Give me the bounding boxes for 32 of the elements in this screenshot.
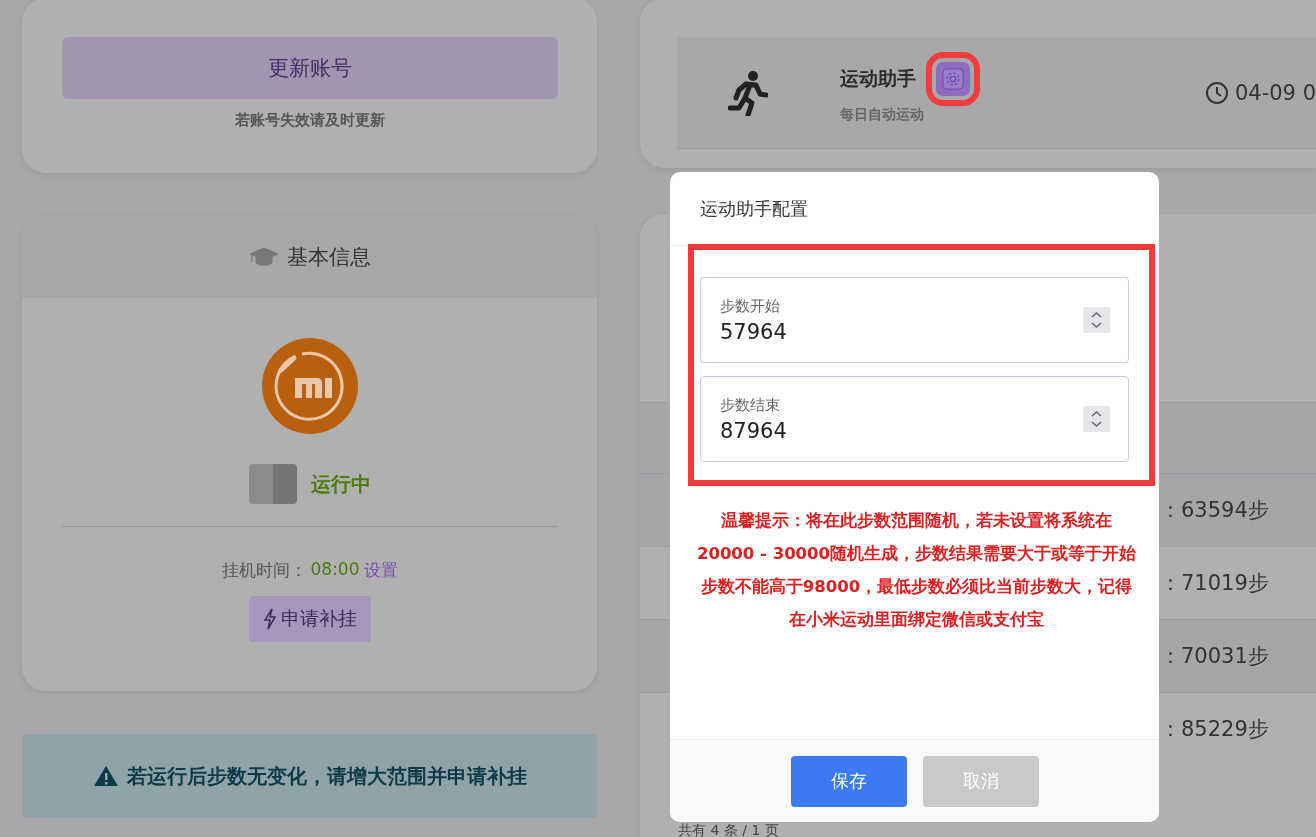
time-label: 挂机时间： bbox=[221, 559, 307, 582]
gear-icon bbox=[942, 67, 964, 90]
clock-icon bbox=[1204, 80, 1229, 105]
spinner-icon[interactable] bbox=[1083, 307, 1110, 333]
steps-cell-text: ：63594步 bbox=[1160, 497, 1269, 524]
steps-cell-text: ：70031步 bbox=[1160, 643, 1269, 670]
pagination-text: 共有 4 条 / 1 页 bbox=[678, 823, 780, 837]
status-text: 运行中 bbox=[310, 470, 371, 498]
number-field[interactable]: 步数结束 87964 bbox=[700, 376, 1129, 462]
save-button[interactable]: 保存 bbox=[790, 755, 907, 807]
set-time-link[interactable]: 设置 bbox=[363, 559, 398, 582]
steps-cell-text: ：71019步 bbox=[1160, 570, 1269, 597]
alert-text: 若运行后步数无变化，请增大范围并申请补挂 bbox=[126, 762, 527, 790]
spinner-icon[interactable] bbox=[1083, 406, 1110, 432]
graduation-cap-icon bbox=[248, 246, 279, 268]
blurred-name-placeholder bbox=[248, 464, 297, 504]
task-subtitle: 每日自动运动 bbox=[840, 105, 925, 124]
number-field[interactable]: 步数开始 57964 bbox=[700, 277, 1129, 363]
task-time: 04-09 0 bbox=[1234, 80, 1316, 105]
dialog-title: 运动助手配置 bbox=[670, 172, 1159, 246]
warning-icon bbox=[92, 765, 119, 787]
lightning-icon bbox=[262, 608, 277, 630]
steps-cell-text: ：85229步 bbox=[1160, 716, 1269, 743]
mi-logo-icon bbox=[261, 338, 358, 434]
time-value: 08:00 bbox=[310, 559, 360, 581]
task-title: 运动助手 bbox=[840, 65, 916, 91]
update-account-button[interactable]: 更新账号 bbox=[61, 37, 558, 99]
account-hint: 若账号失效请及时更新 bbox=[234, 111, 385, 130]
apply-button[interactable]: 申请补挂 bbox=[248, 596, 371, 642]
tip-text: 温馨提示：将在此步数范围随机，若未设置将系统在20000 - 30000随机生成，步数结果需要大于或等于开始步数不能高于98000，最低步数必须比当前步数大，记得在小米运动里面绑定微信或支付宝 bbox=[696, 510, 1137, 631]
card-title: 基本信息 bbox=[286, 244, 371, 271]
running-person-icon bbox=[728, 69, 768, 116]
